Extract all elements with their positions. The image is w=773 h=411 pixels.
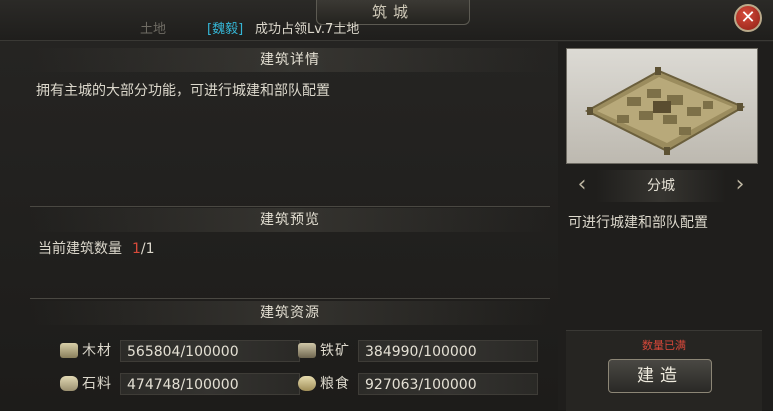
count-current: 1 — [132, 241, 141, 257]
resource-value: 565804/100000 — [120, 340, 300, 362]
details-title: 建筑详情 — [30, 48, 550, 72]
details-description: 拥有主城的大部分功能，可进行城建和部队配置 — [36, 83, 330, 99]
prev-arrow-icon[interactable]: ‹ — [572, 172, 592, 198]
resource-value: 474748/100000 — [120, 373, 300, 395]
resource-label: 木材 — [82, 343, 112, 359]
notice-faded-text: 土地 — [140, 22, 167, 37]
building-name: 分城 — [596, 170, 726, 202]
city-illustration — [584, 67, 746, 155]
close-icon: ✕ — [740, 7, 756, 28]
iron-icon — [298, 343, 316, 358]
notice-message: 成功占领Lv.7土地 — [255, 22, 360, 37]
notice-banner: 土地 [魏毅] 成功占领Lv.7土地 — [0, 20, 560, 40]
top-bar: 筑城 土地 [魏毅] 成功占领Lv.7土地 ✕ — [0, 0, 773, 41]
resource-grain: 粮食 927063/100000 — [298, 373, 538, 395]
next-arrow-icon[interactable]: › — [730, 172, 750, 198]
resource-value: 927063/100000 — [358, 373, 538, 395]
divider — [30, 206, 550, 207]
building-description: 可进行城建和部队配置 — [568, 215, 708, 231]
side-panel: ‹ 分城 › 可进行城建和部队配置 数量已满 建造 — [558, 42, 773, 411]
resource-stone: 石料 474748/100000 — [60, 373, 300, 395]
building-preview-image — [566, 48, 758, 164]
dialog-window: 筑城 土地 [魏毅] 成功占领Lv.7土地 ✕ 建筑详情 拥有主城的大部分功能，… — [0, 0, 773, 411]
building-selector: ‹ 分城 › — [566, 170, 756, 202]
count-label: 当前建筑数量 — [38, 241, 122, 257]
count-total: /1 — [140, 241, 155, 257]
close-button[interactable]: ✕ — [734, 4, 762, 32]
resource-label: 粮食 — [320, 376, 350, 392]
limit-warning: 数量已满 — [642, 339, 686, 352]
resources-title: 建筑资源 — [30, 301, 550, 325]
notice-tag: [魏毅] — [207, 22, 244, 37]
resource-iron: 铁矿 384990/100000 — [298, 340, 538, 362]
resource-label: 石料 — [82, 376, 112, 392]
main-panel: 建筑详情 拥有主城的大部分功能，可进行城建和部队配置 建筑预览 当前建筑数量 1/… — [30, 42, 550, 410]
preview-title: 建筑预览 — [30, 208, 550, 232]
build-area: 数量已满 建造 — [566, 330, 762, 411]
building-count: 当前建筑数量 1/1 — [38, 238, 155, 258]
stone-icon — [60, 376, 78, 391]
resource-label: 铁矿 — [320, 343, 350, 359]
wood-icon — [60, 343, 78, 358]
resource-wood: 木材 565804/100000 — [60, 340, 300, 362]
divider — [30, 298, 550, 299]
grain-icon — [298, 376, 316, 391]
build-button[interactable]: 建造 — [608, 359, 712, 393]
resource-value: 384990/100000 — [358, 340, 538, 362]
